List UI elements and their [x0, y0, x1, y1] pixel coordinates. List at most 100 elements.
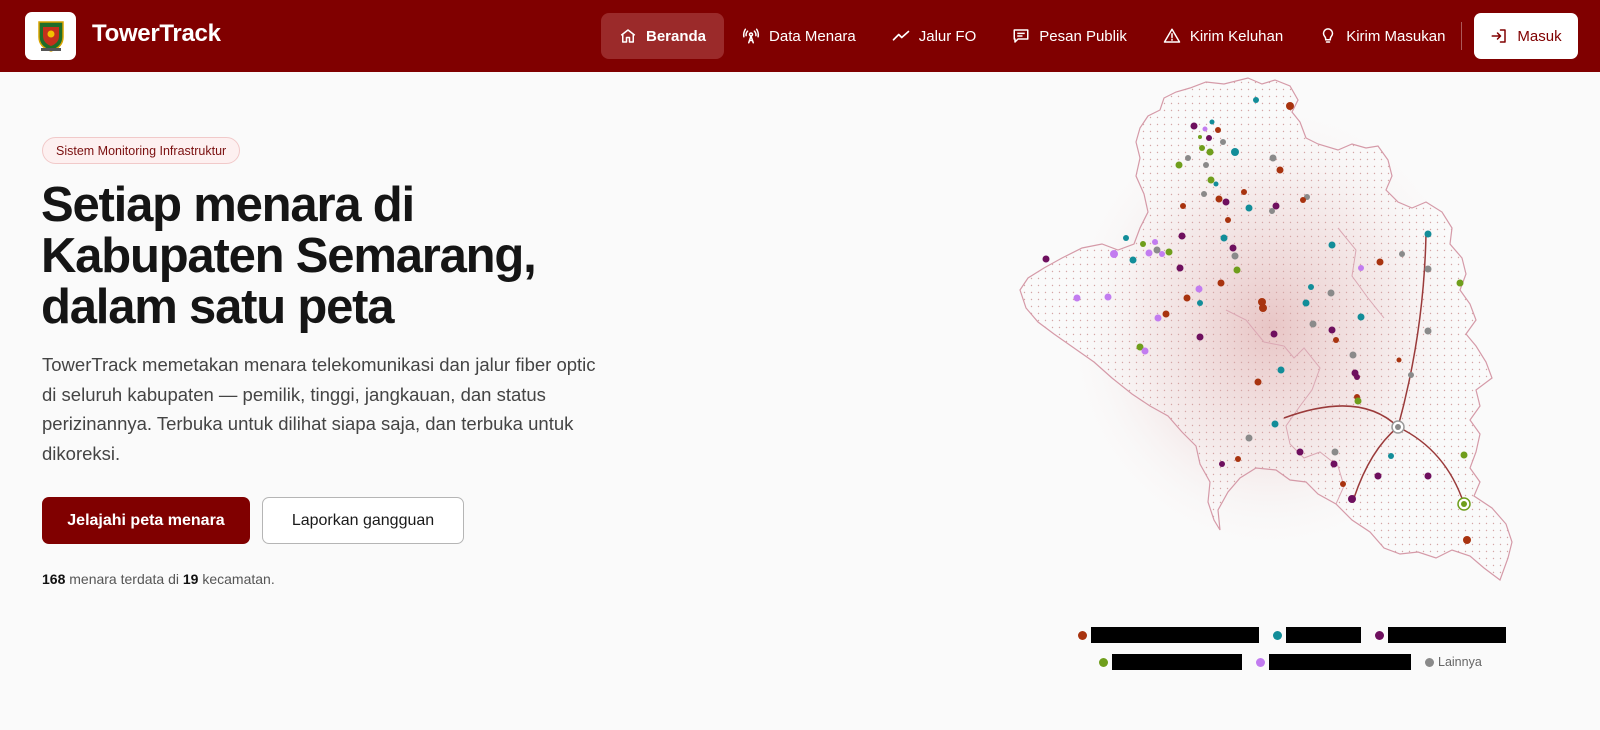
tower-marker[interactable]	[1309, 320, 1317, 328]
tower-marker[interactable]	[1456, 279, 1464, 287]
tower-marker[interactable]	[1198, 135, 1202, 139]
tower-marker[interactable]	[1327, 289, 1335, 297]
tower-marker[interactable]	[1229, 244, 1237, 252]
tower-marker[interactable]	[1233, 266, 1241, 274]
tower-marker[interactable]	[1215, 195, 1223, 203]
tower-marker[interactable]	[1180, 203, 1186, 209]
tower-marker[interactable]	[1460, 451, 1468, 459]
nav-item-data-menara[interactable]: Data Menara	[724, 13, 874, 59]
tower-marker[interactable]	[1159, 251, 1165, 257]
tower-marker[interactable]	[1424, 327, 1432, 335]
tower-marker[interactable]	[1152, 239, 1158, 245]
tower-marker[interactable]	[1203, 162, 1209, 168]
tower-marker[interactable]	[1331, 448, 1339, 456]
tower-marker[interactable]	[1145, 249, 1153, 257]
tower-marker[interactable]	[1154, 314, 1162, 322]
regency-map-svg[interactable]	[1000, 72, 1600, 612]
tower-marker[interactable]	[1424, 472, 1432, 480]
tower-marker[interactable]	[1215, 127, 1221, 133]
tower-marker[interactable]	[1231, 148, 1239, 156]
tower-marker[interactable]	[1463, 536, 1471, 544]
tower-marker[interactable]	[1349, 351, 1357, 359]
tower-marker[interactable]	[1217, 279, 1225, 287]
tower-marker[interactable]	[1424, 230, 1432, 238]
tower-marker[interactable]	[1235, 456, 1241, 462]
tower-marker[interactable]	[1348, 495, 1356, 503]
tower-marker[interactable]	[1277, 366, 1285, 374]
tower-marker[interactable]	[1357, 313, 1365, 321]
tower-marker[interactable]	[1302, 299, 1310, 307]
nav-item-kirim-keluhan[interactable]: Kirim Keluhan	[1145, 13, 1301, 59]
tower-marker[interactable]	[1330, 460, 1338, 468]
tower-marker[interactable]	[1269, 208, 1275, 214]
tower-marker[interactable]	[1388, 453, 1394, 459]
tower-marker[interactable]	[1201, 191, 1207, 197]
tower-marker[interactable]	[1220, 139, 1226, 145]
nav-item-kirim-masukan[interactable]: Kirim Masukan	[1301, 13, 1463, 59]
tower-marker[interactable]	[1196, 333, 1204, 341]
tower-marker[interactable]	[1259, 304, 1267, 312]
tower-marker[interactable]	[1328, 326, 1336, 334]
tower-marker[interactable]	[1123, 235, 1129, 241]
tower-marker[interactable]	[1358, 265, 1364, 271]
tower-marker[interactable]	[1376, 258, 1384, 266]
tower-marker[interactable]	[1199, 145, 1205, 151]
legend-item[interactable]	[1273, 627, 1361, 643]
tower-marker[interactable]	[1206, 135, 1212, 141]
tower-marker[interactable]	[1300, 197, 1306, 203]
brand-logo[interactable]	[25, 12, 76, 60]
tower-marker[interactable]	[1110, 250, 1118, 258]
tower-marker[interactable]	[1225, 217, 1231, 223]
tower-marker[interactable]	[1286, 102, 1294, 110]
tower-marker[interactable]	[1183, 294, 1191, 302]
tower-marker[interactable]	[1245, 204, 1253, 212]
nav-item-beranda[interactable]: Beranda	[601, 13, 725, 59]
tower-marker[interactable]	[1424, 265, 1432, 273]
legend-item[interactable]	[1256, 654, 1411, 670]
tower-marker[interactable]	[1042, 255, 1050, 263]
tower-marker[interactable]	[1206, 148, 1214, 156]
tower-marker[interactable]	[1231, 252, 1239, 260]
tower-marker[interactable]	[1190, 122, 1198, 130]
legend-item[interactable]	[1375, 627, 1506, 643]
tower-marker[interactable]	[1399, 251, 1405, 257]
tower-marker[interactable]	[1209, 119, 1215, 125]
tower-marker[interactable]	[1271, 420, 1279, 428]
tower-marker[interactable]	[1340, 481, 1346, 487]
tower-marker[interactable]	[1219, 461, 1225, 467]
tower-marker[interactable]	[1073, 294, 1081, 302]
tower-marker[interactable]	[1140, 241, 1146, 247]
tower-marker[interactable]	[1308, 284, 1314, 290]
tower-marker[interactable]	[1408, 372, 1414, 378]
tower-marker[interactable]	[1253, 97, 1259, 103]
tower-marker[interactable]	[1207, 176, 1215, 184]
tower-marker[interactable]	[1374, 472, 1382, 480]
tower-marker[interactable]	[1254, 378, 1262, 386]
tower-marker[interactable]	[1197, 300, 1203, 306]
tower-marker[interactable]	[1245, 434, 1253, 442]
tower-marker[interactable]	[1241, 189, 1247, 195]
report-issue-button[interactable]: Laporkan gangguan	[262, 497, 464, 544]
tower-marker[interactable]	[1276, 166, 1284, 174]
login-button[interactable]: Masuk	[1474, 13, 1578, 59]
explore-map-button[interactable]: Jelajahi peta menara	[42, 497, 250, 544]
tower-map[interactable]	[1000, 72, 1600, 612]
tower-marker[interactable]	[1269, 154, 1277, 162]
tower-marker[interactable]	[1270, 330, 1278, 338]
tower-marker[interactable]	[1141, 347, 1149, 355]
tower-marker[interactable]	[1333, 337, 1339, 343]
legend-item[interactable]: Lainnya	[1425, 655, 1482, 669]
legend-item[interactable]	[1099, 654, 1242, 670]
tower-marker[interactable]	[1175, 161, 1183, 169]
nav-item-pesan-publik[interactable]: Pesan Publik	[994, 13, 1145, 59]
tower-marker[interactable]	[1202, 126, 1208, 132]
tower-marker[interactable]	[1195, 285, 1203, 293]
tower-marker[interactable]	[1162, 310, 1170, 318]
tower-marker[interactable]	[1176, 264, 1184, 272]
tower-marker[interactable]	[1213, 181, 1219, 187]
tower-marker[interactable]	[1165, 248, 1173, 256]
tower-marker[interactable]	[1185, 155, 1191, 161]
tower-marker[interactable]	[1328, 241, 1336, 249]
brand-name[interactable]: TowerTrack	[92, 20, 221, 48]
tower-marker[interactable]	[1354, 397, 1362, 405]
